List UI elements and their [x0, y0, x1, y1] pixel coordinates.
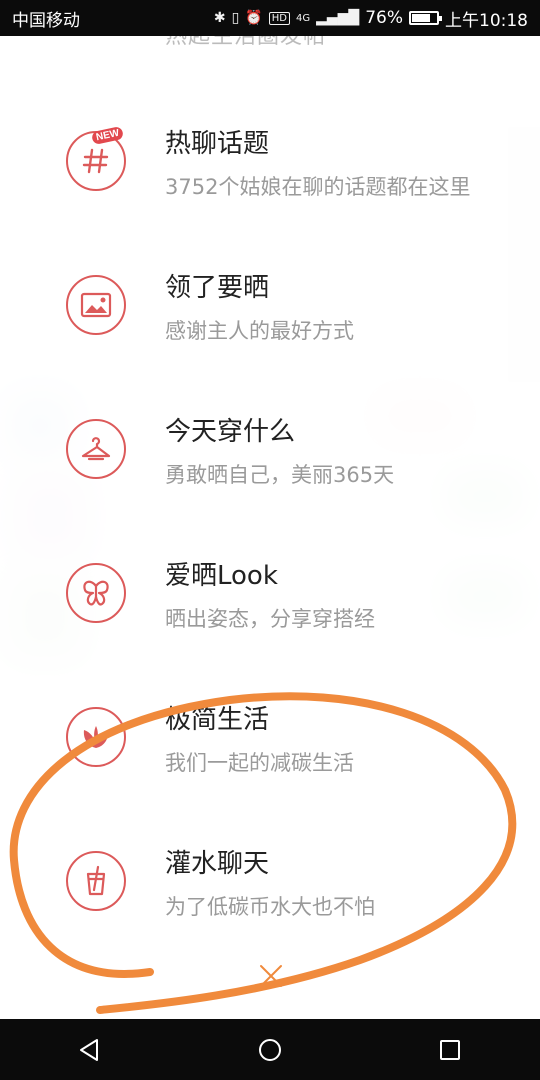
- status-bar: 中国移动 ✱ ▯ ⏰ HD 4G ▂▄▆█ 76% 上午10:18: [0, 0, 540, 36]
- menu-item-hot-topics[interactable]: NEW 热聊话题 3752个姑娘在聊的话题都在这里: [0, 89, 540, 233]
- butterfly-icon: [66, 563, 126, 623]
- partial-header-text: 热起生活圈发帖: [165, 36, 327, 49]
- bottom-bar: [0, 941, 540, 1019]
- menu-item-title: 领了要晒: [165, 273, 270, 303]
- system-nav-bar: [0, 1019, 540, 1080]
- menu-item-subtitle: 3752个姑娘在聊的话题都在这里: [165, 175, 471, 199]
- carrier-name: 中国移动: [12, 10, 80, 31]
- back-icon: [80, 1038, 98, 1061]
- network-type: 4G: [296, 12, 311, 24]
- alarm-icon: ⏰: [245, 10, 263, 26]
- back-button[interactable]: [60, 1025, 120, 1075]
- recents-button[interactable]: [420, 1025, 480, 1075]
- battery-icon: [409, 11, 442, 25]
- menu-item-title: 灌水聊天: [165, 849, 270, 879]
- battery-fill: [412, 14, 430, 22]
- menu-item-look[interactable]: 爱晒Look 晒出姿态，分享穿搭经: [0, 521, 540, 665]
- vibrate-icon: ▯: [231, 10, 240, 26]
- signal-icon: ▂▄▆█: [316, 10, 360, 26]
- drink-cup-icon: [66, 851, 126, 911]
- menu-item-show-gifts[interactable]: 领了要晒 感谢主人的最好方式: [0, 233, 540, 377]
- hd-icon: HD: [268, 11, 290, 25]
- hanger-icon: [66, 419, 126, 479]
- menu-item-subtitle: 我们一起的减碳生活: [165, 751, 354, 775]
- menu-item-chat[interactable]: 灌水聊天 为了低碳币水大也不怕: [0, 809, 540, 941]
- clock-time: 上午10:18: [445, 10, 528, 31]
- post-type-menu: 热起生活圈发帖 NEW 热聊话题 3752个姑娘在聊的话题都在这里 领了要晒 感…: [0, 36, 540, 941]
- leaf-icon: [66, 707, 126, 767]
- menu-item-outfit-today[interactable]: 今天穿什么 勇敢晒自己，美丽365天: [0, 377, 540, 521]
- menu-item-subtitle: 为了低碳币水大也不怕: [165, 895, 375, 919]
- menu-item-title: 热聊话题: [165, 129, 270, 159]
- home-button[interactable]: [240, 1025, 300, 1075]
- bluetooth-icon: ✱: [213, 10, 226, 26]
- menu-item-subtitle: 晒出姿态，分享穿搭经: [165, 607, 375, 631]
- home-icon: [259, 1038, 281, 1061]
- close-button[interactable]: [256, 961, 286, 991]
- status-icons: ✱ ▯ ⏰ HD 4G ▂▄▆█ 76% 上午10:18: [214, 6, 528, 31]
- recents-icon: [440, 1039, 460, 1060]
- menu-item-title: 极简生活: [165, 705, 270, 735]
- menu-item-subtitle: 勇敢晒自己，美丽365天: [165, 463, 395, 487]
- menu-item-subtitle: 感谢主人的最好方式: [165, 319, 354, 343]
- menu-item-title: 爱晒Look: [165, 561, 278, 591]
- battery-percent: 76%: [365, 8, 403, 28]
- menu-item-title: 今天穿什么: [165, 417, 296, 447]
- image-icon: [66, 275, 126, 335]
- close-icon: [260, 965, 282, 987]
- menu-item-minimal-life[interactable]: 极简生活 我们一起的减碳生活: [0, 665, 540, 809]
